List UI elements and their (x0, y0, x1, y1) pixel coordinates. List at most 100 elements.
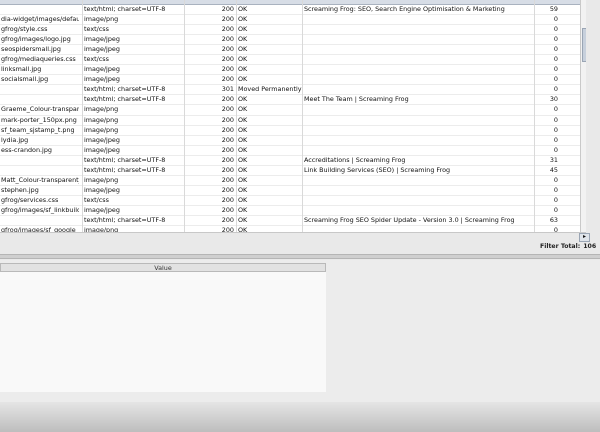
title-length-cell: 0 (553, 115, 558, 124)
content-type-cell: image/jpeg (84, 135, 120, 144)
title-length-cell: 0 (553, 125, 558, 134)
content-type-cell: text/html; charset=UTF-8 (84, 155, 166, 164)
table-row[interactable]: ess-crandon.jpg image/jpeg 200 OK 0 (0, 146, 586, 156)
title-length-cell: 0 (553, 105, 558, 114)
table-row[interactable]: text/html; charset=UTF-8 200 OK Screaming F… (0, 215, 586, 227)
status-cell: OK (238, 115, 248, 124)
content-type-cell: image/jpeg (84, 35, 120, 44)
table-row[interactable]: Graeme_Colour-transpare... image/png 200 OK… (0, 105, 586, 116)
scroll-right-button[interactable]: ▸ (579, 233, 590, 242)
content-type-cell: image/png (84, 105, 119, 114)
content-type-cell: text/html; charset=UTF-8 (84, 165, 166, 174)
table-row[interactable]: text/html; charset=UTF-8 200 OK Accreditati… (0, 155, 586, 166)
title-cell: Screaming Frog: SEO, Search Engine Optim… (304, 5, 505, 13)
table-row[interactable]: socialsmall.jpg image/jpeg 200 OK 0 (0, 75, 586, 86)
status-code-cell: 200 (221, 105, 234, 114)
table-row[interactable]: gfrog/images/sf_google_a... image/png 200 O… (0, 226, 586, 233)
status-cell: OK (238, 35, 248, 44)
status-code-cell: 200 (221, 15, 234, 24)
title-length-cell: 0 (553, 25, 558, 34)
content-type-cell: text/html; charset=UTF-8 (84, 5, 166, 13)
table-row[interactable]: linksmall.jpg image/jpeg 200 OK 0 (0, 65, 586, 76)
content-type-cell: image/jpeg (84, 185, 120, 194)
status-code-cell: 301 (221, 85, 234, 94)
vertical-scrollbar[interactable] (580, 0, 586, 232)
title-cell: Meet The Team | Screaming Frog (304, 95, 409, 104)
title-cell: Accreditations | Screaming Frog (304, 155, 406, 164)
status-code-cell: 200 (221, 5, 234, 13)
content-type-cell: text/css (84, 55, 109, 64)
table-row[interactable]: gfrog/images/logo.jpg image/jpeg 200 OK 0 (0, 35, 586, 46)
table-row[interactable]: text/html; charset=UTF-8 200 OK Link Buildi… (0, 166, 586, 176)
title-length-cell: 0 (553, 145, 558, 154)
table-row[interactable]: stephen.jpg image/jpeg 200 OK 0 (0, 186, 586, 196)
content-type-cell: text/css (84, 25, 109, 34)
column-divider[interactable] (302, 0, 303, 232)
address-cell: lydia.jpg (1, 135, 29, 144)
status-code-cell: 200 (221, 35, 234, 44)
content-type-cell: image/png (84, 125, 119, 134)
status-code-cell: 200 (221, 165, 234, 174)
status-code-cell: 200 (221, 45, 234, 54)
table-row[interactable]: gfrog/style.css text/css 200 OK 0 (0, 25, 586, 36)
filter-total-value: 106 (583, 243, 597, 250)
status-code-cell: 200 (221, 155, 234, 164)
status-cell: OK (238, 205, 248, 214)
content-type-cell: image/jpeg (84, 65, 120, 74)
status-code-cell: 200 (221, 185, 234, 194)
title-cell: Screaming Frog SEO Spider Update - Versi… (304, 215, 515, 224)
table-row[interactable]: text/html; charset=UTF-8 200 OK Meet The Te… (0, 95, 586, 106)
column-divider[interactable] (534, 0, 535, 232)
title-length-cell: 0 (553, 75, 558, 84)
table-row[interactable]: text/html; charset=UTF-8 301 Moved Permane… (0, 85, 586, 96)
table-row[interactable]: seospidersmall.jpg image/jpeg 200 OK 0 (0, 45, 586, 56)
table-row[interactable]: Matt_Colour-transparent_1... image/png 200… (0, 175, 586, 186)
title-length-cell: 0 (553, 65, 558, 74)
address-cell: ess-crandon.jpg (1, 145, 52, 154)
status-code-cell: 200 (221, 175, 234, 184)
results-table: text/html; charset=UTF-8 200 OK Screaming F… (0, 0, 586, 233)
status-cell: OK (238, 215, 248, 224)
title-length-cell: 45 (549, 165, 558, 174)
content-type-cell: image/jpeg (84, 75, 120, 84)
value-column-header[interactable]: Value (0, 263, 326, 272)
address-cell: gfrog/images/sf_google_a... (1, 226, 79, 233)
table-row[interactable]: gfrog/images/sf_linkbuildi... image/jpeg 2… (0, 206, 586, 216)
details-table (0, 272, 326, 392)
status-cell: OK (238, 15, 248, 24)
column-divider[interactable] (184, 0, 185, 232)
address-cell: Matt_Colour-transparent_1... (1, 175, 79, 184)
status-cell: OK (238, 105, 248, 114)
table-row[interactable]: gfrog/services.css text/css 200 OK 0 (0, 195, 586, 206)
status-cell: OK (238, 195, 248, 204)
table-row[interactable]: mark-porter_150px.png image/png 200 OK 0 (0, 115, 586, 126)
address-cell: mark-porter_150px.png (1, 115, 77, 124)
bottom-tab-bar (0, 402, 600, 432)
title-length-cell: 0 (553, 35, 558, 44)
table-body: text/html; charset=UTF-8 200 OK Screaming F… (0, 5, 586, 233)
title-length-cell: 0 (553, 195, 558, 204)
title-length-cell: 0 (553, 45, 558, 54)
address-cell: gfrog/services.css (1, 195, 59, 204)
status-code-cell: 200 (221, 205, 234, 214)
table-row[interactable]: dia-widget/images/default/... image/png 20… (0, 15, 586, 26)
content-type-cell: text/html; charset=UTF-8 (84, 85, 166, 94)
split-pane-divider[interactable] (0, 254, 600, 259)
status-code-cell: 200 (221, 145, 234, 154)
status-cell: OK (238, 75, 248, 84)
status-code-cell: 200 (221, 25, 234, 34)
status-code-cell: 200 (221, 95, 234, 104)
column-divider[interactable] (82, 0, 83, 232)
table-row[interactable]: lydia.jpg image/jpeg 200 OK 0 (0, 135, 586, 146)
table-row[interactable]: gfrog/mediaqueries.css text/css 200 OK 0 (0, 55, 586, 66)
content-type-cell: image/png (84, 175, 119, 184)
table-row[interactable]: sf_team_sjstamp_t.png image/png 200 OK 0 (0, 126, 586, 136)
status-code-cell: 200 (221, 215, 234, 224)
address-cell: gfrog/style.css (1, 25, 48, 34)
filter-total-label: Filter Total: (540, 243, 581, 250)
status-cell: OK (238, 226, 248, 233)
title-length-cell: 0 (553, 175, 558, 184)
scrollbar-thumb[interactable] (582, 28, 586, 62)
table-row[interactable]: text/html; charset=UTF-8 200 OK Screaming F… (0, 5, 586, 16)
column-divider[interactable] (236, 0, 237, 232)
